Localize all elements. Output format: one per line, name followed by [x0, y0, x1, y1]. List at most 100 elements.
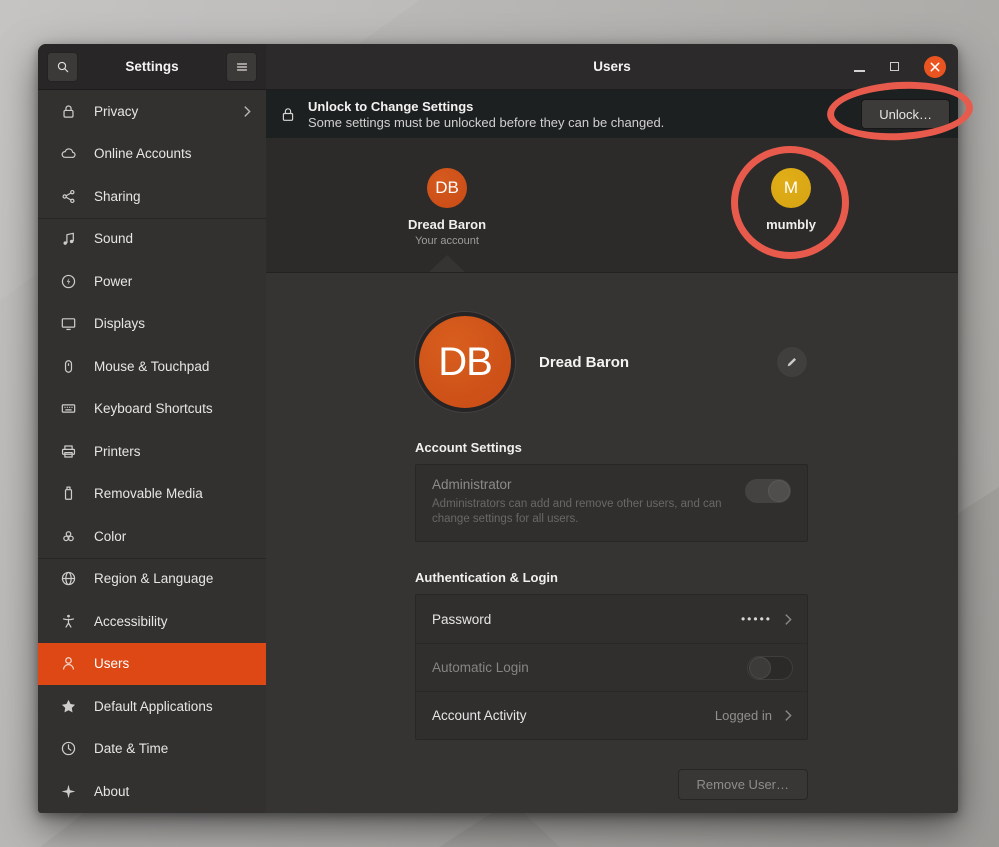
- main-pane: Users Unlock to Change Settings Some set…: [266, 44, 958, 813]
- user-avatar-initials: DB: [438, 340, 492, 385]
- sidebar-item-label: Displays: [94, 316, 145, 331]
- search-icon: [55, 59, 71, 75]
- password-row[interactable]: Password •••••: [416, 595, 807, 643]
- sidebar-item-sharing[interactable]: Sharing: [38, 175, 266, 218]
- unlock-button[interactable]: Unlock…: [861, 99, 950, 129]
- sidebar-item-region-language[interactable]: Region & Language: [38, 558, 266, 601]
- sidebar-item-label: Keyboard Shortcuts: [94, 401, 213, 416]
- sidebar-item-color[interactable]: Color: [38, 515, 266, 558]
- power-icon: [60, 273, 77, 290]
- printer-icon: [60, 443, 77, 460]
- sidebar-item-online-accounts[interactable]: Online Accounts: [38, 133, 266, 176]
- titlebar: Users: [266, 44, 958, 90]
- carousel-selection-arrow: [429, 255, 465, 272]
- account-settings-heading: Account Settings: [415, 440, 808, 455]
- sidebar-item-privacy[interactable]: Privacy: [38, 90, 266, 133]
- user-display-name: Dread Baron: [539, 354, 629, 371]
- avatar-initials: DB: [435, 178, 459, 198]
- sidebar-item-label: Region & Language: [94, 571, 213, 586]
- minimize-button[interactable]: [854, 62, 865, 72]
- star-icon: [60, 698, 77, 715]
- account-activity-row[interactable]: Account Activity Logged in: [416, 691, 807, 739]
- avatar-initials: M: [784, 178, 798, 198]
- maximize-button[interactable]: [890, 62, 899, 71]
- automatic-login-toggle[interactable]: [747, 656, 793, 680]
- sidebar-item-label: Printers: [94, 444, 141, 459]
- color-icon: [60, 528, 77, 545]
- minimize-icon: [854, 70, 865, 72]
- sidebar-header: Settings: [38, 44, 266, 90]
- sidebar-item-date-time[interactable]: Date & Time: [38, 728, 266, 771]
- sound-icon: [60, 230, 77, 247]
- sidebar-item-keyboard-shortcuts[interactable]: Keyboard Shortcuts: [38, 388, 266, 431]
- sidebar-item-label: Users: [94, 656, 129, 671]
- user-name: mumbly: [711, 217, 871, 232]
- sidebar-item-printers[interactable]: Printers: [38, 430, 266, 473]
- mouse-icon: [60, 358, 77, 375]
- automatic-login-label: Automatic Login: [432, 660, 529, 675]
- close-icon: [930, 62, 940, 72]
- sidebar-item-label: Removable Media: [94, 486, 203, 501]
- sidebar-item-mouse-touchpad[interactable]: Mouse & Touchpad: [38, 345, 266, 388]
- avatar: M: [771, 168, 811, 208]
- password-value: •••••: [741, 612, 772, 626]
- sidebar-item-users[interactable]: Users: [38, 643, 266, 686]
- sidebar-item-default-applications[interactable]: Default Applications: [38, 685, 266, 728]
- remove-user-button[interactable]: Remove User…: [678, 769, 808, 800]
- user-name: Dread Baron: [367, 217, 527, 232]
- display-icon: [60, 315, 77, 332]
- user-carousel-item-dread-baron[interactable]: DB Dread Baron Your account: [367, 168, 527, 247]
- automatic-login-row: Automatic Login: [416, 643, 807, 691]
- close-button[interactable]: [924, 56, 946, 78]
- chevron-right-icon: [784, 709, 793, 722]
- unlock-banner-subtitle: Some settings must be unlocked before th…: [308, 115, 664, 130]
- sidebar-item-label: Default Applications: [94, 699, 213, 714]
- sidebar-item-label: Power: [94, 274, 132, 289]
- lock-icon: [280, 106, 296, 123]
- sidebar-item-label: Online Accounts: [94, 146, 192, 161]
- accessibility-icon: [60, 613, 77, 630]
- sidebar-item-label: Sound: [94, 231, 133, 246]
- sidebar-item-about[interactable]: About: [38, 770, 266, 813]
- account-activity-value: Logged in: [715, 708, 772, 723]
- sidebar-item-label: Mouse & Touchpad: [94, 359, 209, 374]
- user-avatar-large[interactable]: DB: [415, 312, 515, 412]
- user-carousel: DB Dread Baron Your account Mmumbly: [266, 138, 958, 273]
- users-icon: [60, 655, 77, 672]
- authentication-box: Password ••••• Automatic Login Accou: [415, 594, 808, 740]
- window-controls: [854, 56, 958, 78]
- sidebar-item-removable-media[interactable]: Removable Media: [38, 473, 266, 516]
- toggle-knob: [768, 480, 790, 502]
- maximize-icon: [890, 62, 899, 71]
- authentication-heading: Authentication & Login: [415, 570, 808, 585]
- user-subtitle: Your account: [367, 235, 527, 247]
- users-panel: DB Dread Baron Account Settings Administ…: [266, 273, 958, 813]
- administrator-description: Administrators can add and remove other …: [432, 497, 742, 527]
- account-activity-label: Account Activity: [432, 708, 527, 723]
- sidebar-item-label: Privacy: [94, 104, 138, 119]
- removable-media-icon: [60, 485, 77, 502]
- edit-user-button[interactable]: [776, 346, 808, 378]
- sidebar-item-accessibility[interactable]: Accessibility: [38, 600, 266, 643]
- unlock-banner: Unlock to Change Settings Some settings …: [266, 90, 958, 138]
- sidebar-item-displays[interactable]: Displays: [38, 303, 266, 346]
- hamburger-menu-icon: [234, 59, 250, 75]
- sidebar-item-label: Color: [94, 529, 126, 544]
- lock-icon: [60, 103, 77, 120]
- sidebar-item-power[interactable]: Power: [38, 260, 266, 303]
- sidebar-item-sound[interactable]: Sound: [38, 218, 266, 261]
- chevron-right-icon: [784, 613, 793, 626]
- cloud-icon: [60, 145, 77, 162]
- globe-icon: [60, 570, 77, 587]
- chevron-right-icon: [243, 105, 252, 118]
- unlock-banner-title: Unlock to Change Settings: [308, 99, 664, 114]
- user-carousel-item-mumbly[interactable]: Mmumbly: [711, 168, 871, 232]
- sidebar-item-label: Accessibility: [94, 614, 168, 629]
- administrator-toggle[interactable]: [745, 479, 791, 503]
- menu-button[interactable]: [226, 52, 257, 82]
- pencil-icon: [785, 355, 799, 369]
- administrator-row: Administrator Administrators can add and…: [415, 464, 808, 542]
- administrator-label: Administrator: [432, 477, 791, 492]
- sidebar-item-label: Date & Time: [94, 741, 168, 756]
- search-button[interactable]: [47, 52, 78, 82]
